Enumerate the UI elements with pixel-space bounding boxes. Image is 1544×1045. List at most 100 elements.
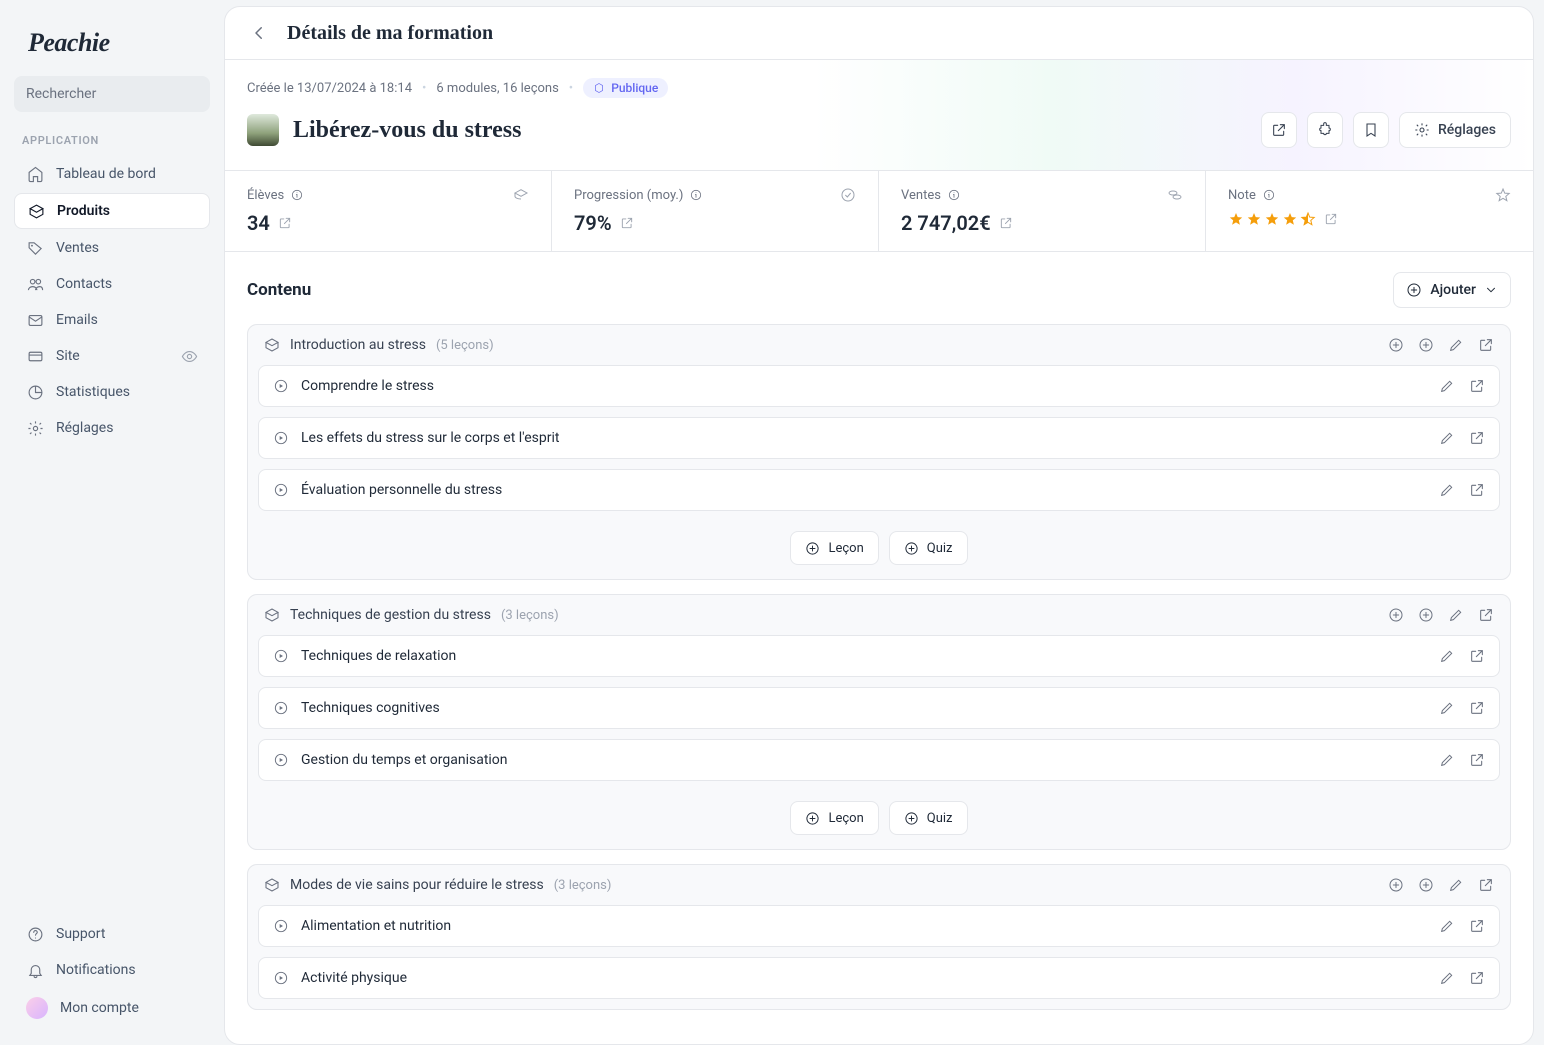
open-button[interactable] <box>1478 877 1494 893</box>
open-button[interactable] <box>1469 648 1485 664</box>
settings-button[interactable]: Réglages <box>1399 112 1511 148</box>
lesson-row[interactable]: Gestion du temps et organisation <box>258 739 1500 781</box>
edit-button[interactable] <box>1439 378 1455 394</box>
external-link-icon[interactable] <box>620 216 634 230</box>
edit-button[interactable] <box>1448 877 1464 893</box>
lesson-row[interactable]: Comprendre le stress <box>258 365 1500 407</box>
sidebar-item-label: Statistiques <box>56 384 130 400</box>
sidebar-footer-help[interactable]: Support <box>14 917 210 951</box>
brand-logo: Peachie <box>28 28 210 58</box>
lesson-row[interactable]: Techniques cognitives <box>258 687 1500 729</box>
lesson-row[interactable]: Évaluation personnelle du stress <box>258 469 1500 511</box>
star-icon <box>1495 187 1511 203</box>
sidebar-item-label: Support <box>56 926 105 942</box>
external-link-icon[interactable] <box>999 216 1013 230</box>
add-quiz-button[interactable]: Quiz <box>889 801 968 835</box>
play-icon <box>273 970 289 986</box>
add-button[interactable] <box>1388 877 1404 893</box>
sidebar-item-tag[interactable]: Ventes <box>14 231 210 265</box>
edit-button[interactable] <box>1439 752 1455 768</box>
edit-button[interactable] <box>1439 430 1455 446</box>
lesson-row[interactable]: Les effets du stress sur le corps et l'e… <box>258 417 1500 459</box>
add-button-2[interactable] <box>1418 337 1434 353</box>
add-button[interactable] <box>1388 607 1404 623</box>
sidebar-footer-bell[interactable]: Notifications <box>14 953 210 987</box>
edit-button[interactable] <box>1439 648 1455 664</box>
stat-grad: Élèves 34 <box>225 171 552 251</box>
add-quiz-button[interactable]: Quiz <box>889 531 968 565</box>
add-lesson-button[interactable]: Leçon <box>790 531 878 565</box>
sidebar-item-box[interactable]: Produits <box>14 193 210 229</box>
status-badge: Publique <box>583 78 668 98</box>
edit-button[interactable] <box>1448 337 1464 353</box>
open-button[interactable] <box>1469 430 1485 446</box>
edit-button[interactable] <box>1439 918 1455 934</box>
home-icon <box>26 165 44 183</box>
content-title: Contenu <box>247 280 311 300</box>
sidebar-item-users[interactable]: Contacts <box>14 267 210 301</box>
help-icon <box>26 925 44 943</box>
external-link-icon[interactable] <box>278 216 292 230</box>
sidebar-item-label: Produits <box>57 203 110 219</box>
card-icon <box>26 347 44 365</box>
hex-icon <box>593 82 605 94</box>
module-count: (3 leçons) <box>501 608 559 623</box>
module-title: Modes de vie sains pour réduire le stres… <box>290 877 544 893</box>
open-button[interactable] <box>1469 918 1485 934</box>
modules-list: Introduction au stress (5 leçons) Compre… <box>247 324 1511 1010</box>
lesson-title: Alimentation et nutrition <box>301 918 451 934</box>
stars-icon <box>1228 211 1316 227</box>
stat-star: Note <box>1206 171 1533 251</box>
add-button-2[interactable] <box>1418 607 1434 623</box>
module-header[interactable]: Introduction au stress (5 leçons) <box>248 325 1510 365</box>
add-button-2[interactable] <box>1418 877 1434 893</box>
open-button[interactable] <box>1469 700 1485 716</box>
box-icon <box>264 337 280 353</box>
lesson-row[interactable]: Techniques de relaxation <box>258 635 1500 677</box>
sidebar-item-label: Réglages <box>56 420 113 436</box>
info-icon[interactable] <box>290 188 304 202</box>
lesson-row[interactable]: Activité physique <box>258 957 1500 999</box>
stat-check: Progression (moy.) 79% <box>552 171 879 251</box>
open-button[interactable] <box>1469 752 1485 768</box>
stat-value: 34 <box>247 211 270 235</box>
play-icon <box>273 378 289 394</box>
open-button[interactable] <box>1478 337 1494 353</box>
stat-coins: Ventes 2 747,02€ <box>879 171 1206 251</box>
module-header[interactable]: Techniques de gestion du stress (3 leçon… <box>248 595 1510 635</box>
add-button[interactable]: Ajouter <box>1393 272 1511 308</box>
sidebar-item-label: Notifications <box>56 962 136 978</box>
add-button[interactable] <box>1388 337 1404 353</box>
sidebar-item-chart[interactable]: Statistiques <box>14 375 210 409</box>
search-input[interactable]: Rechercher <box>14 76 210 112</box>
add-lesson-button[interactable]: Leçon <box>790 801 878 835</box>
open-button[interactable] <box>1478 607 1494 623</box>
bookmark-button[interactable] <box>1353 112 1389 148</box>
edit-button[interactable] <box>1439 970 1455 986</box>
info-icon[interactable] <box>947 188 961 202</box>
sidebar-nav: Tableau de bord Produits Ventes Contacts… <box>14 157 210 445</box>
open-external-button[interactable] <box>1261 112 1297 148</box>
external-link-icon[interactable] <box>1324 212 1338 226</box>
sidebar-item-label: Ventes <box>56 240 99 256</box>
extension-button[interactable] <box>1307 112 1343 148</box>
chevron-down-icon <box>1484 283 1498 297</box>
edit-button[interactable] <box>1439 482 1455 498</box>
sidebar-item-card[interactable]: Site <box>14 339 210 373</box>
edit-button[interactable] <box>1448 607 1464 623</box>
sidebar-item-home[interactable]: Tableau de bord <box>14 157 210 191</box>
module-header[interactable]: Modes de vie sains pour réduire le stres… <box>248 865 1510 905</box>
mail-icon <box>26 311 44 329</box>
edit-button[interactable] <box>1439 700 1455 716</box>
play-icon <box>273 648 289 664</box>
sidebar-footer-avatar[interactable]: Mon compte <box>14 989 210 1027</box>
sidebar-item-gear[interactable]: Réglages <box>14 411 210 445</box>
back-button[interactable] <box>247 21 271 45</box>
lesson-row[interactable]: Alimentation et nutrition <box>258 905 1500 947</box>
info-icon[interactable] <box>1262 188 1276 202</box>
info-icon[interactable] <box>689 188 703 202</box>
open-button[interactable] <box>1469 378 1485 394</box>
open-button[interactable] <box>1469 482 1485 498</box>
open-button[interactable] <box>1469 970 1485 986</box>
sidebar-item-mail[interactable]: Emails <box>14 303 210 337</box>
